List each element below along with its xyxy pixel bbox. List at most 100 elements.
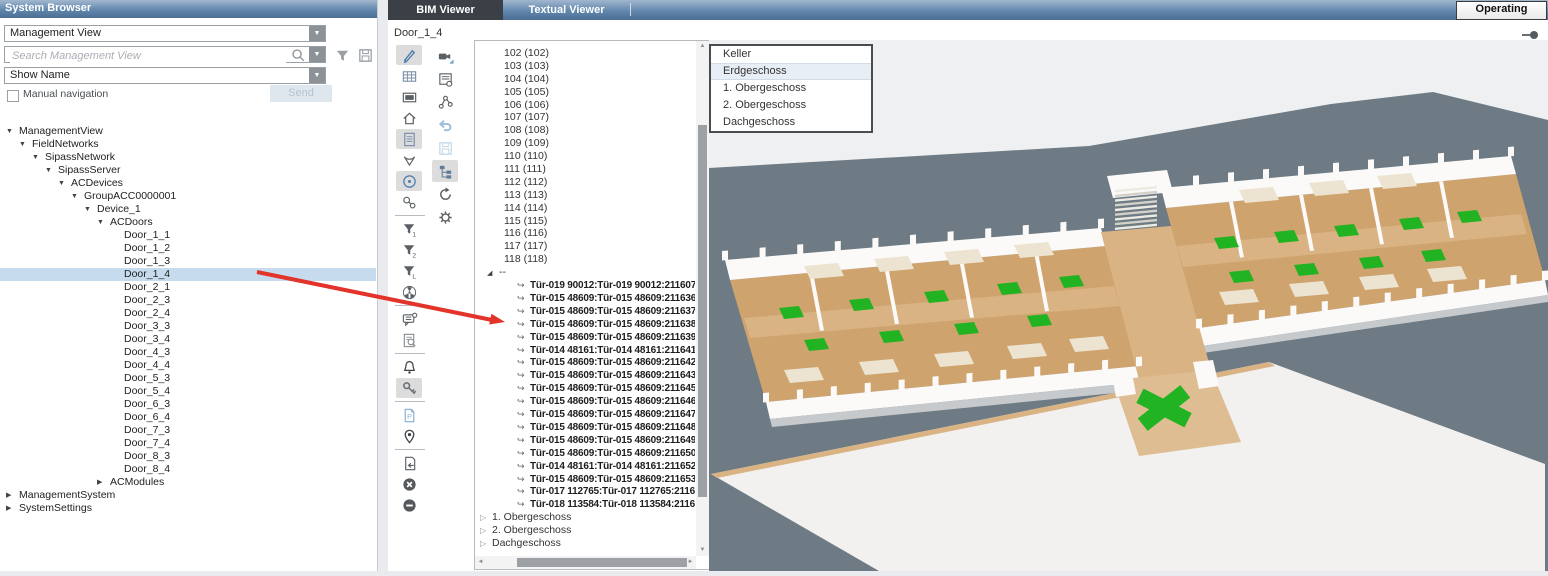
tree-item-door_7_4[interactable]: Door_7_4 [0, 437, 376, 450]
tree-item-door_1_1[interactable]: Door_1_1 [0, 229, 376, 242]
tool-document-search-button[interactable] [396, 330, 422, 350]
door-connection-item[interactable]: ↪Tür-019 90012:Tür-019 90012:211607 [476, 279, 695, 292]
tool-camera-button[interactable] [432, 45, 458, 67]
chevron-down-icon[interactable]: ▼ [309, 47, 325, 62]
tool-radiation-button[interactable] [396, 282, 422, 302]
tool-page-report-button[interactable]: P [396, 405, 422, 425]
save-icon[interactable] [357, 47, 374, 64]
floor-popup-item-2-obergeschoss[interactable]: 2. Obergeschoss [711, 97, 871, 114]
tool-annotate-pen-button[interactable] [396, 45, 422, 65]
door-connection-item[interactable]: ↪Tür-015 48609:Tür-015 48609:211648 [476, 421, 695, 434]
floor-tree-item[interactable]: ▷Dachgeschoss [476, 537, 695, 550]
tool-view-cone-button[interactable] [396, 150, 422, 170]
chevron-down-icon[interactable]: ▼ [309, 68, 325, 83]
room-item[interactable]: 104 (104) [476, 73, 695, 86]
room-item[interactable]: 105 (105) [476, 86, 695, 99]
collapsed-arrow-icon[interactable]: ▶ [6, 489, 19, 502]
tree-item-door_4_4[interactable]: Door_4_4 [0, 359, 376, 372]
door-connection-item[interactable]: ↪Tür-015 48609:Tür-015 48609:211642 [476, 356, 695, 369]
collapsed-arrow-icon[interactable]: ▷ [480, 537, 492, 550]
room-item[interactable]: 113 (113) [476, 189, 695, 202]
tree-item-managementsystem[interactable]: ▶ManagementSystem [0, 489, 376, 502]
door-connection-item[interactable]: ↪Tür-015 48609:Tür-015 48609:211643 [476, 369, 695, 382]
door-connection-item[interactable]: ↪Tür-015 48609:Tür-015 48609:211653 [476, 473, 695, 486]
tab-textual-viewer[interactable]: Textual Viewer [503, 0, 630, 20]
tree-item-systemsettings[interactable]: ▶SystemSettings [0, 502, 376, 515]
door-connection-item[interactable]: ↪Tür-015 48609:Tür-015 48609:211639 [476, 331, 695, 344]
collapsed-arrow-icon[interactable]: ▷ [480, 511, 492, 524]
tool-screen-view-button[interactable] [396, 87, 422, 107]
room-item[interactable]: 115 (115) [476, 215, 695, 228]
expanded-arrow-icon[interactable]: ▼ [71, 190, 84, 203]
tree-item-sipassserver[interactable]: ▼SipassServer [0, 164, 376, 177]
tree-item-door_5_3[interactable]: Door_5_3 [0, 372, 376, 385]
horizontal-scrollbar[interactable]: ◄ ► [475, 556, 696, 569]
tool-remove-circle-button[interactable] [396, 495, 422, 515]
tree-item-door_6_3[interactable]: Door_6_3 [0, 398, 376, 411]
tree-item-acmodules[interactable]: ▶ACModules [0, 476, 376, 489]
tree-item-acdoors[interactable]: ▼ACDoors [0, 216, 376, 229]
expanded-arrow-icon[interactable]: ◢ [487, 267, 499, 280]
expanded-arrow-icon[interactable]: ▼ [19, 138, 32, 151]
view-selector-dropdown[interactable]: Management View ▼ [4, 25, 326, 42]
tree-item-door_2_4[interactable]: Door_2_4 [0, 307, 376, 320]
floor-popup-item-keller[interactable]: Keller [711, 46, 871, 63]
door-connection-item[interactable]: ↪Tür-018 113584:Tür-018 113584:211682 [476, 498, 695, 511]
tree-item-door_8_4[interactable]: Door_8_4 [0, 463, 376, 476]
door-connection-item[interactable]: ↪Tür-017 112765:Tür-017 112765:211680 [476, 485, 695, 498]
room-item[interactable]: 103 (103) [476, 60, 695, 73]
tool-key-button[interactable] [396, 378, 422, 398]
tree-item-door_6_4[interactable]: Door_6_4 [0, 411, 376, 424]
room-item[interactable]: 109 (109) [476, 137, 695, 150]
tool-form-settings-button[interactable] [432, 68, 458, 90]
tool-filter-2-button[interactable]: 2 [396, 240, 422, 260]
tree-item-door_1_3[interactable]: Door_1_3 [0, 255, 376, 268]
tree-item-door_1_2[interactable]: Door_1_2 [0, 242, 376, 255]
expanded-arrow-icon[interactable]: ▼ [97, 216, 110, 229]
tool-cancel-circle-button[interactable] [396, 474, 422, 494]
door-connection-item[interactable]: ↪Tür-015 48609:Tür-015 48609:211638 [476, 318, 695, 331]
tree-item-fieldnetworks[interactable]: ▼FieldNetworks [0, 138, 376, 151]
room-item[interactable]: 111 (111) [476, 163, 695, 176]
vertical-scroll-thumb[interactable] [698, 125, 707, 497]
room-item[interactable]: 117 (117) [476, 240, 695, 253]
scroll-down-icon[interactable]: ▼ [696, 545, 709, 556]
tree-item-sipassnetwork[interactable]: ▼SipassNetwork [0, 151, 376, 164]
tree-item-door_2_1[interactable]: Door_2_1 [0, 281, 376, 294]
tree-item-acdevices[interactable]: ▼ACDevices [0, 177, 376, 190]
door-connection-item[interactable]: ↪Tür-015 48609:Tür-015 48609:211650 [476, 447, 695, 460]
tool-location-pin-button[interactable] [396, 426, 422, 446]
door-connection-item[interactable]: ↪Tür-014 48161:Tür-014 48161:211652 [476, 460, 695, 473]
tree-item-managementview[interactable]: ▼ManagementView [0, 125, 376, 138]
tool-focus-target-button[interactable] [396, 171, 422, 191]
room-item[interactable]: 106 (106) [476, 99, 695, 112]
tool-comment-button[interactable] [396, 309, 422, 329]
door-connection-item[interactable]: ↪Tür-015 48609:Tür-015 48609:211636 [476, 292, 695, 305]
operating-mode-button[interactable]: Operating [1456, 1, 1547, 20]
door-connection-item[interactable]: ↪Tür-015 48609:Tür-015 48609:211645 [476, 382, 695, 395]
tree-item-door_8_3[interactable]: Door_8_3 [0, 450, 376, 463]
chevron-down-icon[interactable]: ▼ [309, 26, 325, 41]
tree-node-group[interactable]: ◢-- [476, 266, 695, 279]
tool-home-view-button[interactable] [396, 108, 422, 128]
room-item[interactable]: 112 (112) [476, 176, 695, 189]
door-connection-item[interactable]: ↪Tür-014 48161:Tür-014 48161:211641 [476, 344, 695, 357]
horizontal-scroll-thumb[interactable] [517, 558, 687, 567]
display-mode-dropdown[interactable]: Show Name ▼ [4, 67, 326, 84]
expanded-arrow-icon[interactable]: ▼ [6, 125, 19, 138]
tree-item-door_5_4[interactable]: Door_5_4 [0, 385, 376, 398]
tree-item-door_7_3[interactable]: Door_7_3 [0, 424, 376, 437]
send-button[interactable]: Send [270, 85, 332, 102]
collapsed-arrow-icon[interactable]: ▷ [480, 524, 492, 537]
tree-item-door_3_4[interactable]: Door_3_4 [0, 333, 376, 346]
tool-filter-l-button[interactable]: L [396, 261, 422, 281]
tool-settings-gear-button[interactable] [432, 206, 458, 228]
search-input[interactable] [10, 48, 286, 63]
tool-undo-button[interactable] [432, 114, 458, 136]
filter-icon[interactable] [334, 47, 351, 64]
vertical-scrollbar[interactable]: ▲ ▼ [696, 41, 709, 556]
tree-item-door_1_4[interactable]: Door_1_4 [0, 268, 376, 281]
door-connection-item[interactable]: ↪Tür-015 48609:Tür-015 48609:211637 [476, 305, 695, 318]
tree-item-door_4_3[interactable]: Door_4_3 [0, 346, 376, 359]
tool-filter-1-button[interactable]: 1 [396, 219, 422, 239]
